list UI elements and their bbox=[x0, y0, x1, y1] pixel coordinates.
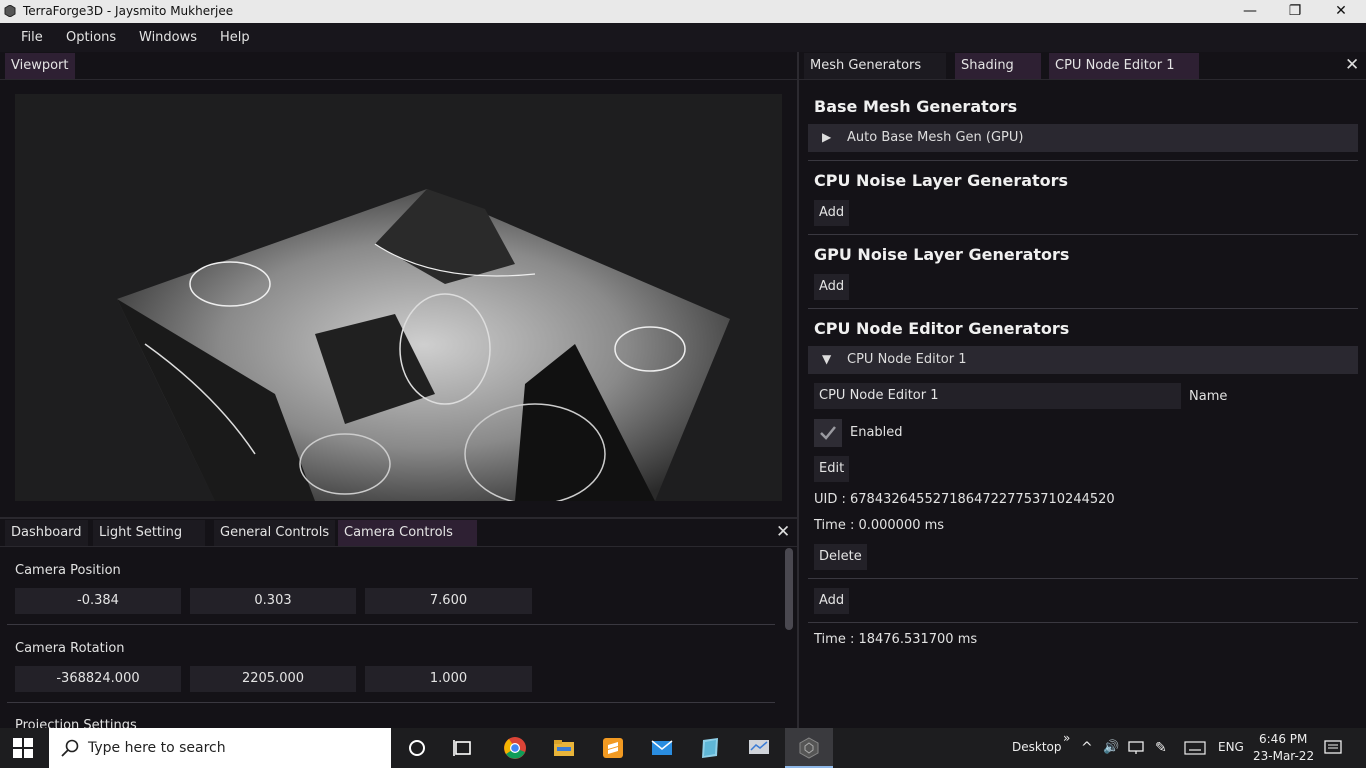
gpu-noise-header: GPU Noise Layer Generators bbox=[814, 245, 1070, 264]
divider bbox=[0, 79, 797, 80]
minimize-button[interactable]: — bbox=[1227, 0, 1273, 23]
camera-position-z[interactable]: 7.600 bbox=[365, 588, 532, 614]
menu-windows[interactable]: Windows bbox=[139, 30, 197, 45]
camera-rotation-x[interactable]: -368824.000 bbox=[15, 666, 181, 692]
name-label: Name bbox=[1189, 389, 1228, 404]
clock-time[interactable]: 6:46 PM bbox=[1259, 732, 1307, 746]
expand-arrow-icon: ▶ bbox=[822, 130, 832, 144]
separator bbox=[808, 234, 1358, 235]
menu-file[interactable]: File bbox=[21, 30, 43, 45]
search-placeholder: Type here to search bbox=[88, 740, 226, 756]
menu-options[interactable]: Options bbox=[66, 30, 116, 45]
active-app-highlight[interactable] bbox=[785, 728, 833, 768]
pen-icon[interactable]: ✎ bbox=[1155, 740, 1167, 756]
divider bbox=[0, 546, 797, 547]
search-icon bbox=[61, 739, 79, 757]
tab-cpu-node-editor[interactable]: CPU Node Editor 1 bbox=[1049, 53, 1199, 79]
chevron-icon[interactable]: » bbox=[1063, 731, 1070, 745]
enabled-label: Enabled bbox=[850, 425, 903, 440]
node-editor-name-input[interactable]: CPU Node Editor 1 bbox=[814, 383, 1181, 409]
checkmark-icon bbox=[820, 426, 836, 440]
cpu-node-add-button[interactable]: Add bbox=[814, 588, 850, 614]
collapsible-label: CPU Node Editor 1 bbox=[847, 352, 967, 367]
cpu-noise-header: CPU Noise Layer Generators bbox=[814, 171, 1069, 190]
mail-icon[interactable] bbox=[650, 736, 674, 760]
tab-general-controls[interactable]: General Controls bbox=[214, 520, 336, 546]
restore-button[interactable]: ❐ bbox=[1272, 0, 1318, 23]
camera-rotation-y[interactable]: 2205.000 bbox=[190, 666, 356, 692]
file-explorer-icon[interactable] bbox=[552, 736, 576, 760]
collapsible-label: Auto Base Mesh Gen (GPU) bbox=[847, 130, 1024, 145]
total-time-text: Time : 18476.531700 ms bbox=[814, 632, 978, 647]
separator bbox=[7, 624, 775, 625]
camera-position-x[interactable]: -0.384 bbox=[15, 588, 181, 614]
node-time-text: Time : 0.000000 ms bbox=[814, 518, 945, 533]
window-title: TerraForge3D - Jaysmito Mukherjee bbox=[23, 4, 234, 18]
chrome-icon[interactable] bbox=[503, 736, 527, 760]
terraforge-icon bbox=[799, 737, 819, 759]
separator bbox=[808, 308, 1358, 309]
separator bbox=[808, 160, 1358, 161]
monitor-app-icon[interactable] bbox=[747, 736, 771, 760]
camera-position-label: Camera Position bbox=[15, 563, 121, 578]
tab-mesh-generators[interactable]: Mesh Generators bbox=[804, 53, 946, 79]
tab-camera-controls[interactable]: Camera Controls bbox=[338, 520, 477, 546]
menu-bar: File Options Windows Help bbox=[0, 23, 1366, 52]
sublime-text-icon[interactable] bbox=[601, 736, 625, 760]
projection-settings-clip: Projection Settings bbox=[15, 714, 775, 728]
cpu-noise-add-button[interactable]: Add bbox=[814, 200, 850, 226]
tab-shading[interactable]: Shading bbox=[955, 53, 1041, 79]
camera-rotation-label: Camera Rotation bbox=[15, 641, 125, 656]
cortana-icon[interactable] bbox=[405, 736, 429, 760]
viewport-canvas[interactable] bbox=[15, 94, 782, 501]
task-view-icon[interactable] bbox=[452, 736, 476, 760]
divider bbox=[799, 79, 1366, 80]
volume-icon[interactable]: 🔊 bbox=[1103, 740, 1119, 755]
camera-position-y[interactable]: 0.303 bbox=[190, 588, 356, 614]
panel-splitter[interactable] bbox=[797, 52, 799, 728]
title-bar: TerraForge3D - Jaysmito Mukherjee — ❐ ✕ bbox=[0, 0, 1366, 23]
separator bbox=[808, 578, 1358, 579]
separator bbox=[7, 702, 775, 703]
close-button[interactable]: ✕ bbox=[1318, 0, 1364, 23]
keyboard-icon[interactable] bbox=[1184, 741, 1206, 755]
app-icon bbox=[4, 5, 16, 17]
clock-date[interactable]: 23-Mar-22 bbox=[1253, 749, 1314, 763]
close-icon[interactable]: ✕ bbox=[1345, 55, 1359, 75]
menu-help[interactable]: Help bbox=[220, 30, 250, 45]
notes-app-icon[interactable] bbox=[698, 736, 722, 760]
close-icon[interactable]: ✕ bbox=[776, 522, 790, 542]
cpu-node-header: CPU Node Editor Generators bbox=[814, 319, 1070, 338]
enabled-checkbox[interactable] bbox=[814, 419, 842, 447]
base-mesh-header: Base Mesh Generators bbox=[814, 97, 1018, 116]
windows-start-icon[interactable] bbox=[13, 738, 33, 758]
collapse-arrow-icon: ▼ bbox=[822, 352, 832, 366]
cpu-node-editor-collapsible[interactable]: ▼ CPU Node Editor 1 bbox=[808, 346, 1358, 374]
taskbar-search-input[interactable]: Type here to search bbox=[49, 728, 391, 768]
auto-base-mesh-gen-collapsible[interactable]: ▶ Auto Base Mesh Gen (GPU) bbox=[808, 124, 1358, 152]
projection-settings-label: Projection Settings bbox=[15, 718, 137, 728]
tab-light-setting[interactable]: Light Setting bbox=[93, 520, 205, 546]
terrain-render bbox=[117, 189, 730, 501]
bottom-splitter[interactable] bbox=[0, 517, 797, 519]
edit-button[interactable]: Edit bbox=[814, 456, 850, 482]
separator bbox=[808, 622, 1358, 623]
taskbar: Type here to search Desktop » ^ 🔊 ✎ ENG … bbox=[0, 728, 1366, 768]
network-icon[interactable] bbox=[1128, 740, 1144, 756]
tab-dashboard[interactable]: Dashboard bbox=[5, 520, 88, 546]
camera-rotation-z[interactable]: 1.000 bbox=[365, 666, 532, 692]
scrollbar[interactable] bbox=[785, 548, 793, 630]
gpu-noise-add-button[interactable]: Add bbox=[814, 274, 850, 300]
notification-center-icon[interactable] bbox=[1324, 739, 1342, 757]
uid-text: UID : 67843264552718647227753710244520 bbox=[814, 492, 1115, 507]
delete-button[interactable]: Delete bbox=[814, 544, 867, 570]
language-indicator[interactable]: ENG bbox=[1218, 740, 1244, 754]
tab-viewport[interactable]: Viewport bbox=[5, 53, 75, 79]
desktop-toolbar-label[interactable]: Desktop bbox=[1012, 740, 1062, 754]
show-hidden-icons-icon[interactable]: ^ bbox=[1081, 740, 1093, 756]
